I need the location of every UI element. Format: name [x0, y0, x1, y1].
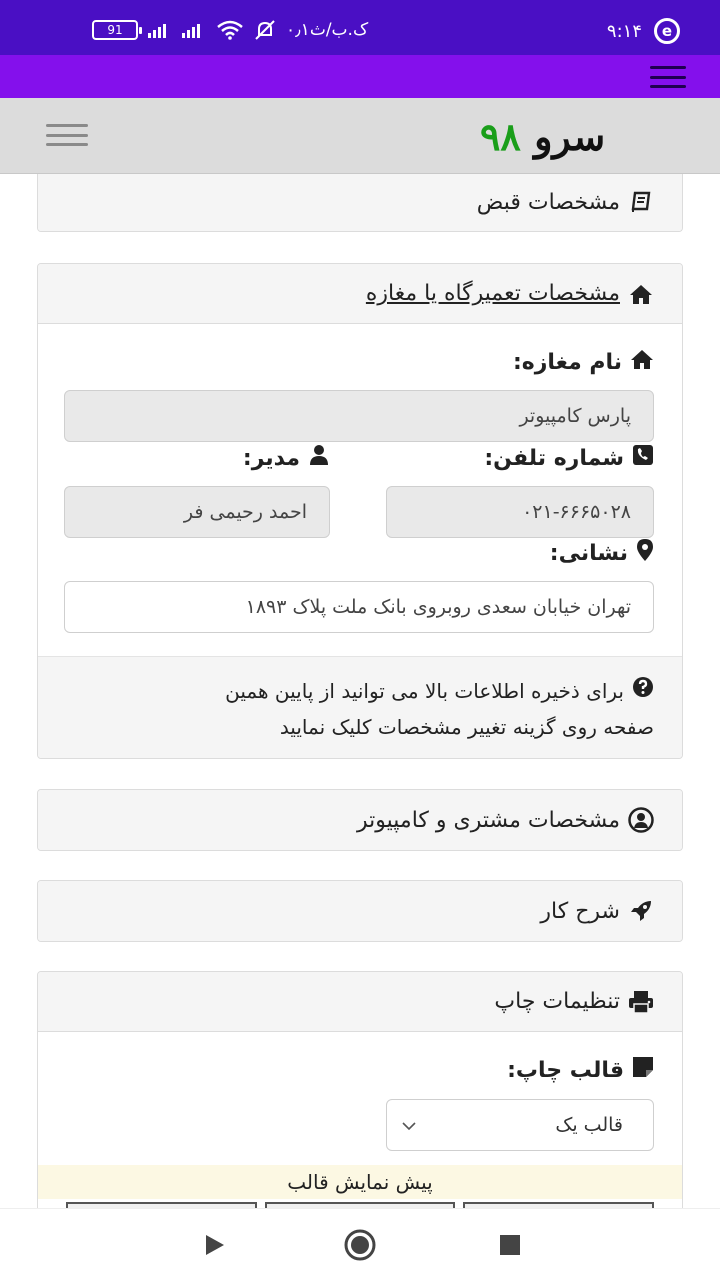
template-label-text: قالب چاپ:: [507, 1057, 624, 1083]
logo-word: سرو: [534, 114, 606, 159]
print-title: تنظیمات چاپ: [494, 989, 620, 1014]
chevron-down-icon: [401, 1114, 417, 1136]
manager-label-text: مدیر:: [242, 445, 300, 471]
address-label-text: نشانی:: [549, 540, 628, 566]
shop-title[interactable]: مشخصات تعمیرگاه یا مغازه: [366, 281, 620, 306]
home-icon: [630, 348, 654, 376]
customer-card: مشخصات مشتری و کامپیوتر: [37, 789, 683, 851]
preview-label: پیش نمایش قالب: [287, 1170, 433, 1194]
map-marker-icon: [636, 538, 654, 568]
customer-title: مشخصات مشتری و کامپیوتر: [357, 807, 620, 833]
site-header: سرو ۹۸: [0, 98, 720, 174]
signal-icon: [148, 24, 166, 38]
job-card-header[interactable]: شرح کار: [38, 881, 682, 941]
question-circle-icon: [632, 673, 654, 709]
user-icon: [308, 444, 330, 472]
rocket-icon: [628, 898, 654, 924]
browser-e-icon: e: [654, 18, 680, 44]
status-time: ۹:۱۴: [606, 20, 642, 42]
sticky-note-icon: [632, 1056, 654, 1084]
menu-toggle-icon[interactable]: [46, 124, 88, 146]
receipt-title: مشخصات قبض: [476, 189, 620, 215]
book-icon: [628, 189, 654, 215]
status-right-group: ۹:۱۴ e: [607, 18, 680, 44]
address-value: تهران خیابان سعدی روبروی بانک ملت پلاک ۱…: [245, 596, 631, 618]
job-title: شرح کار: [540, 898, 620, 924]
print-card: تنظیمات چاپ قالب چاپ: قالب یک پیش نمایش …: [37, 971, 683, 1208]
logo-number: ۹۸: [480, 114, 521, 159]
network-speed: ۰٫۱ک.ب/ث: [286, 20, 369, 40]
status-bar: 91 ۰٫۱ک.ب/ث ۹:۱۴ e: [0, 0, 720, 55]
site-logo[interactable]: سرو ۹۸: [480, 114, 605, 159]
template-label: قالب چاپ:: [507, 1056, 654, 1084]
receipt-card-header[interactable]: مشخصات قبض: [38, 174, 682, 231]
template-select[interactable]: قالب یک: [386, 1099, 654, 1151]
shop-name-field[interactable]: پارس کامپیوتر: [64, 390, 654, 442]
user-circle-icon: [628, 807, 654, 833]
manager-field[interactable]: احمد رحیمی فر: [64, 486, 330, 538]
square-icon: [500, 1235, 520, 1255]
phone-field[interactable]: ۰۲۱-۶۶۶۵۰۲۸: [386, 486, 654, 538]
address-label: نشانی:: [550, 538, 654, 568]
job-card: شرح کار: [37, 880, 683, 942]
circle-icon: [344, 1229, 376, 1261]
browser-menu-icon[interactable]: [650, 66, 686, 88]
system-nav-bar: [0, 1208, 720, 1280]
template-selected: قالب یک: [555, 1114, 623, 1136]
shop-name-label: نام مغازه:: [513, 348, 654, 376]
signal-icon: [182, 24, 200, 38]
browser-toolbar: [0, 55, 720, 98]
template-preview-title: پیش نمایش قالب: [38, 1165, 682, 1199]
print-card-header[interactable]: تنظیمات چاپ: [38, 972, 682, 1032]
page-content: مشخصات قبض مشخصات تعمیرگاه یا مغازه نام …: [0, 174, 720, 1208]
manager-label: مدیر:: [243, 444, 330, 472]
help-box: برای ذخیره اطلاعات بالا می توانید از پای…: [38, 656, 682, 758]
home-button[interactable]: [343, 1228, 377, 1262]
battery-level: 91: [107, 23, 123, 37]
wifi-icon: [217, 20, 243, 40]
shop-card-header[interactable]: مشخصات تعمیرگاه یا مغازه: [38, 264, 682, 324]
shop-name-label-text: نام مغازه:: [512, 349, 622, 375]
address-field[interactable]: تهران خیابان سعدی روبروی بانک ملت پلاک ۱…: [64, 581, 654, 633]
recent-apps-button[interactable]: [496, 1231, 524, 1259]
phone-label-text: شماره تلفن:: [484, 445, 624, 471]
battery-icon: 91: [92, 20, 142, 40]
triangle-icon: [206, 1235, 224, 1255]
receipt-card: مشخصات قبض: [37, 174, 683, 232]
help-text-1: برای ذخیره اطلاعات بالا می توانید از پای…: [225, 679, 624, 703]
phone-icon: [632, 444, 654, 472]
shop-name-value: پارس کامپیوتر: [519, 405, 631, 427]
back-button[interactable]: [200, 1231, 228, 1259]
phone-value: ۰۲۱-۶۶۶۵۰۲۸: [522, 501, 631, 523]
manager-value: احمد رحیمی فر: [183, 501, 307, 523]
status-left-group: 91 ۰٫۱ک.ب/ث: [92, 18, 368, 42]
phone-label: شماره تلفن:: [484, 444, 654, 472]
bell-off-icon: [255, 20, 275, 40]
shop-card: مشخصات تعمیرگاه یا مغازه نام مغازه: پارس…: [37, 263, 683, 759]
help-text-2: صفحه روی گزینه تغییر مشخصات کلیک نمایید: [279, 715, 654, 739]
home-icon: [628, 281, 654, 307]
help-line-1: برای ذخیره اطلاعات بالا می توانید از پای…: [66, 673, 654, 709]
print-icon: [628, 989, 654, 1015]
customer-card-header[interactable]: مشخصات مشتری و کامپیوتر: [38, 790, 682, 850]
